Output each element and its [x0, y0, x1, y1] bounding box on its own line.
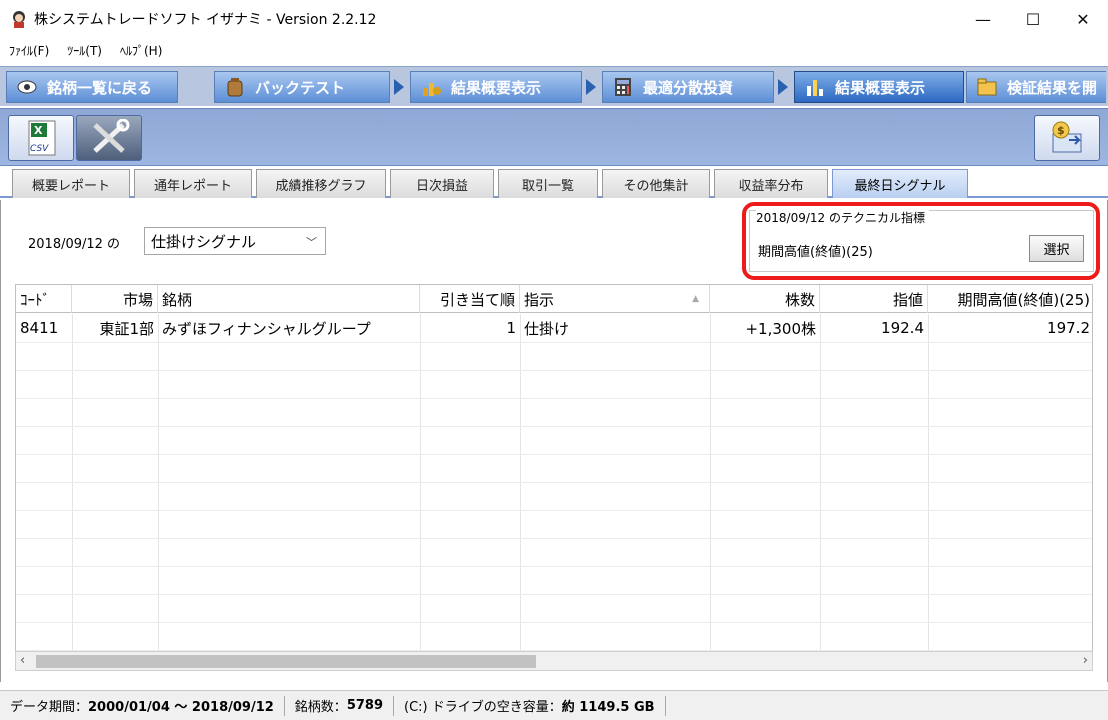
signal-type-select[interactable]: 仕掛けシグナル ﹀	[144, 227, 326, 255]
cell-period-high: 197.2	[1047, 319, 1090, 337]
cell-market: 東証1部	[99, 319, 154, 338]
cell-code: 8411	[20, 319, 59, 337]
status-disk-space: (C:) ドライブの空き容量： 約 1149.5 GB	[394, 695, 666, 716]
cell-limit-price: 192.4	[881, 319, 924, 337]
arrow-icon	[586, 79, 596, 95]
status-value: 約 1149.5 GB	[561, 700, 655, 715]
status-data-period: データ期間： 2000/01/04 〜 2018/09/12	[0, 695, 285, 716]
status-bar: データ期間： 2000/01/04 〜 2018/09/12 銘柄数： 5789…	[0, 690, 1108, 720]
status-label: データ期間：	[10, 700, 89, 715]
tab-return-distribution[interactable]: 収益率分布	[714, 169, 828, 198]
money-icon: $	[1052, 121, 1082, 153]
tab-performance-graph[interactable]: 成績推移グラフ	[256, 169, 386, 198]
tab-final-day-signal[interactable]: 最終日シグナル	[832, 169, 968, 198]
toolbar: X CSV $	[0, 108, 1108, 166]
tab-other-stats[interactable]: その他集計	[602, 169, 710, 198]
bar-chart-icon	[803, 75, 827, 99]
menu-tools[interactable]: ﾂｰﾙ(T)	[58, 42, 111, 59]
svg-text:$: $	[1057, 124, 1065, 137]
tab-label: 銘柄一覧に戻る	[47, 78, 153, 97]
header-instruction-label: 指示	[524, 290, 555, 309]
tab-trade-list[interactable]: 取引一覧	[498, 169, 598, 198]
signal-date-label: 2018/09/12 の	[28, 237, 121, 252]
signal-table: ｺｰﾄﾞ 市場 銘柄 引き当て順 指示 ▲ 株数 指値 期間高値(終値)(25)	[15, 284, 1093, 652]
title-bar: 株システムトレードソフト イザナミ - Version 2.2.12 — ☐ ✕	[0, 0, 1108, 38]
header-market[interactable]: 市場	[72, 285, 158, 313]
sort-ascending-icon: ▲	[692, 294, 699, 304]
main-tab-bar: 銘柄一覧に戻る バックテスト 結果概要表示 最適分散投資 結果概要表示 検証結果…	[0, 66, 1108, 106]
scroll-right-icon[interactable]: ›	[1083, 653, 1088, 668]
tab-annual-report[interactable]: 通年レポート	[134, 169, 252, 198]
table-body: 8411 東証1部 みずほフィナンシャルグループ 1 仕掛け +1,300株 1…	[16, 314, 1092, 651]
tab-summary-report[interactable]: 概要レポート	[12, 169, 130, 198]
window-title: 株システムトレードソフト イザナミ - Version 2.2.12	[34, 12, 377, 28]
tab-label: 検証結果を開	[1007, 78, 1098, 97]
status-symbol-count: 銘柄数： 5789	[285, 695, 394, 716]
table-header: ｺｰﾄﾞ 市場 銘柄 引き当て順 指示 ▲ 株数 指値 期間高値(終値)(25)	[16, 285, 1092, 313]
cell-shares: +1,300株	[745, 319, 816, 338]
tab-result-summary-1[interactable]: 結果概要表示	[410, 71, 582, 103]
signal-panel: 2018/09/12 の 仕掛けシグナル ﹀ 2018/09/12 のテクニカル…	[0, 200, 1108, 682]
tab-daily-pl[interactable]: 日次損益	[390, 169, 494, 198]
tab-label: 結果概要表示	[451, 78, 542, 97]
report-tab-bar: 概要レポート 通年レポート 成績推移グラフ 日次損益 取引一覧 その他集計 収益…	[0, 166, 1108, 198]
status-label: (C:) ドライブの空き容量：	[404, 700, 562, 715]
minimize-button[interactable]: —	[958, 0, 1008, 38]
tab-optimal-diversification[interactable]: 最適分散投資	[602, 71, 774, 103]
excel-csv-icon: X CSV	[28, 120, 56, 156]
header-shares[interactable]: 株数	[710, 285, 820, 313]
coins-icon	[419, 75, 443, 99]
header-code[interactable]: ｺｰﾄﾞ	[16, 285, 72, 313]
arrow-icon	[394, 79, 404, 95]
app-icon	[13, 11, 25, 28]
money-button[interactable]: $	[1034, 115, 1100, 161]
header-limit-price[interactable]: 指値	[820, 285, 928, 313]
maximize-button[interactable]: ☐	[1008, 0, 1058, 38]
tab-backtest[interactable]: バックテスト	[214, 71, 390, 103]
cell-allocation-order: 1	[506, 319, 516, 337]
scroll-left-icon[interactable]: ‹	[20, 653, 25, 668]
signal-type-value: 仕掛けシグナル	[151, 232, 257, 251]
cell-name: みずほフィナンシャルグループ	[162, 319, 371, 338]
scrollbar-thumb[interactable]	[36, 655, 536, 668]
backpack-icon	[223, 75, 247, 99]
highlight-frame	[742, 202, 1100, 280]
close-button[interactable]: ✕	[1058, 0, 1108, 38]
arrow-icon	[778, 79, 788, 95]
header-allocation-order[interactable]: 引き当て順	[420, 285, 520, 313]
tab-open-results[interactable]: 検証結果を開	[966, 71, 1106, 103]
tools-icon	[93, 119, 130, 153]
header-instruction[interactable]: 指示 ▲	[520, 285, 710, 313]
tools-button[interactable]	[76, 115, 142, 161]
header-name[interactable]: 銘柄	[158, 285, 420, 313]
tab-result-summary-2[interactable]: 結果概要表示	[794, 71, 964, 103]
eye-icon	[15, 75, 39, 99]
status-value: 5789	[346, 698, 383, 713]
tab-back-to-list[interactable]: 銘柄一覧に戻る	[6, 71, 178, 103]
cell-instruction: 仕掛け	[524, 319, 570, 338]
calculator-icon	[611, 75, 635, 99]
horizontal-scrollbar[interactable]: ‹ ›	[15, 651, 1093, 671]
status-label: 銘柄数：	[294, 700, 347, 715]
menu-help[interactable]: ﾍﾙﾌﾟ(H)	[111, 42, 171, 59]
svg-text:CSV: CSV	[30, 144, 49, 154]
header-period-high[interactable]: 期間高値(終値)(25)	[928, 285, 1092, 313]
tab-label: 結果概要表示	[835, 78, 926, 97]
chevron-down-icon: ﹀	[306, 236, 317, 249]
folder-icon	[975, 75, 999, 99]
csv-export-button[interactable]: X CSV	[8, 115, 74, 161]
menu-file[interactable]: ﾌｧｲﾙ(F)	[0, 42, 58, 59]
svg-text:X: X	[34, 124, 43, 137]
status-value: 2000/01/04 〜 2018/09/12	[88, 700, 274, 715]
menu-bar: ﾌｧｲﾙ(F) ﾂｰﾙ(T) ﾍﾙﾌﾟ(H)	[0, 38, 1108, 62]
tab-label: バックテスト	[255, 78, 346, 97]
tab-label: 最適分散投資	[643, 78, 734, 97]
